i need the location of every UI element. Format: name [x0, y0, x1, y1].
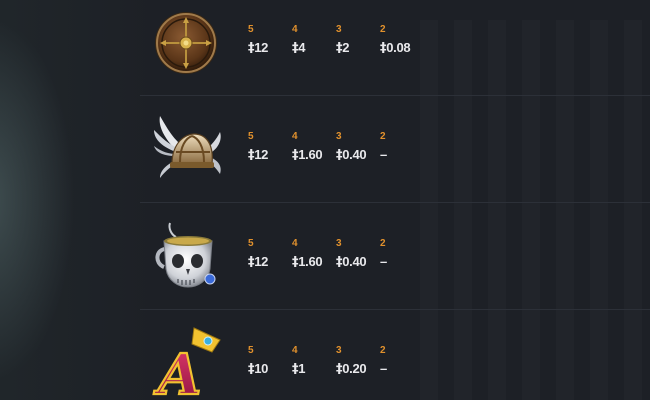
payout-5: ‡12	[248, 254, 268, 270]
symbol-count-2: 2	[380, 345, 386, 356]
paytable-row-skull-cup: 5 ‡12 4 ‡1.60 3 ‡0.40 2 –	[150, 214, 650, 304]
payout-value: 4	[298, 40, 306, 55]
payout-value: 12	[254, 40, 269, 55]
payout-value: 0.40	[342, 254, 367, 269]
payout-value: 1	[298, 361, 306, 376]
payout-5: ‡10	[248, 361, 268, 377]
symbol-count-3: 3	[336, 24, 342, 35]
payout-2: –	[380, 147, 387, 162]
payout-value: 12	[254, 254, 269, 269]
paytable-row-letter-a: A 5 ‡10 4 ‡1 3 ‡0.20 2 –	[150, 321, 650, 400]
payout-4: ‡4	[292, 40, 305, 56]
row-divider	[140, 202, 650, 203]
payout-5: ‡12	[248, 40, 268, 56]
payout-value: 0.40	[342, 147, 367, 162]
skull-cup-icon	[155, 222, 216, 288]
row-divider	[140, 309, 650, 310]
payout-value: 2	[342, 40, 350, 55]
winged-helmet-icon	[154, 116, 221, 178]
symbol-count-4: 4	[292, 345, 298, 356]
payout-value: 12	[254, 147, 269, 162]
symbol-count-3: 3	[336, 238, 342, 249]
symbol-count-4: 4	[292, 131, 298, 142]
payout-3: ‡2	[336, 40, 349, 56]
symbol-count-4: 4	[292, 24, 298, 35]
symbol-count-5: 5	[248, 131, 254, 142]
symbol-count-5: 5	[248, 345, 254, 356]
payout-value: 0.20	[342, 361, 367, 376]
shield-icon	[155, 12, 217, 74]
row-divider	[140, 95, 650, 96]
symbol-count-3: 3	[336, 131, 342, 142]
payout-4: ‡1.60	[292, 254, 323, 270]
paytable-row-shield: 5 ‡12 4 ‡4 3 ‡2 2 ‡0.08	[150, 0, 650, 90]
payout-4: ‡1.60	[292, 147, 323, 163]
payout-value: –	[380, 361, 387, 376]
payout-value: 0.08	[386, 40, 411, 55]
symbol-count-4: 4	[292, 238, 298, 249]
payout-3: ‡0.20	[336, 361, 367, 377]
payout-2: –	[380, 361, 387, 376]
paytable-row-winged-helmet: 5 ‡12 4 ‡1.60 3 ‡0.40 2 –	[150, 107, 650, 197]
payout-2: ‡0.08	[380, 40, 411, 56]
payout-value: 1.60	[298, 147, 323, 162]
letter-a-crown-icon: A	[152, 327, 221, 400]
symbol-count-2: 2	[380, 238, 386, 249]
payout-value: –	[380, 254, 387, 269]
payout-3: ‡0.40	[336, 254, 367, 270]
payout-value: 1.60	[298, 254, 323, 269]
paytable-panel: 5 ‡12 4 ‡4 3 ‡2 2 ‡0.08 5 ‡12 4 ‡1.60 3 …	[0, 0, 650, 400]
payout-3: ‡0.40	[336, 147, 367, 163]
symbol-count-2: 2	[380, 24, 386, 35]
payout-2: –	[380, 254, 387, 269]
svg-text:A: A	[153, 342, 201, 400]
payout-4: ‡1	[292, 361, 305, 377]
payout-5: ‡12	[248, 147, 268, 163]
symbol-count-5: 5	[248, 238, 254, 249]
payout-value: 10	[254, 361, 269, 376]
symbol-count-2: 2	[380, 131, 386, 142]
payout-value: –	[380, 147, 387, 162]
symbol-count-5: 5	[248, 24, 254, 35]
symbol-count-3: 3	[336, 345, 342, 356]
